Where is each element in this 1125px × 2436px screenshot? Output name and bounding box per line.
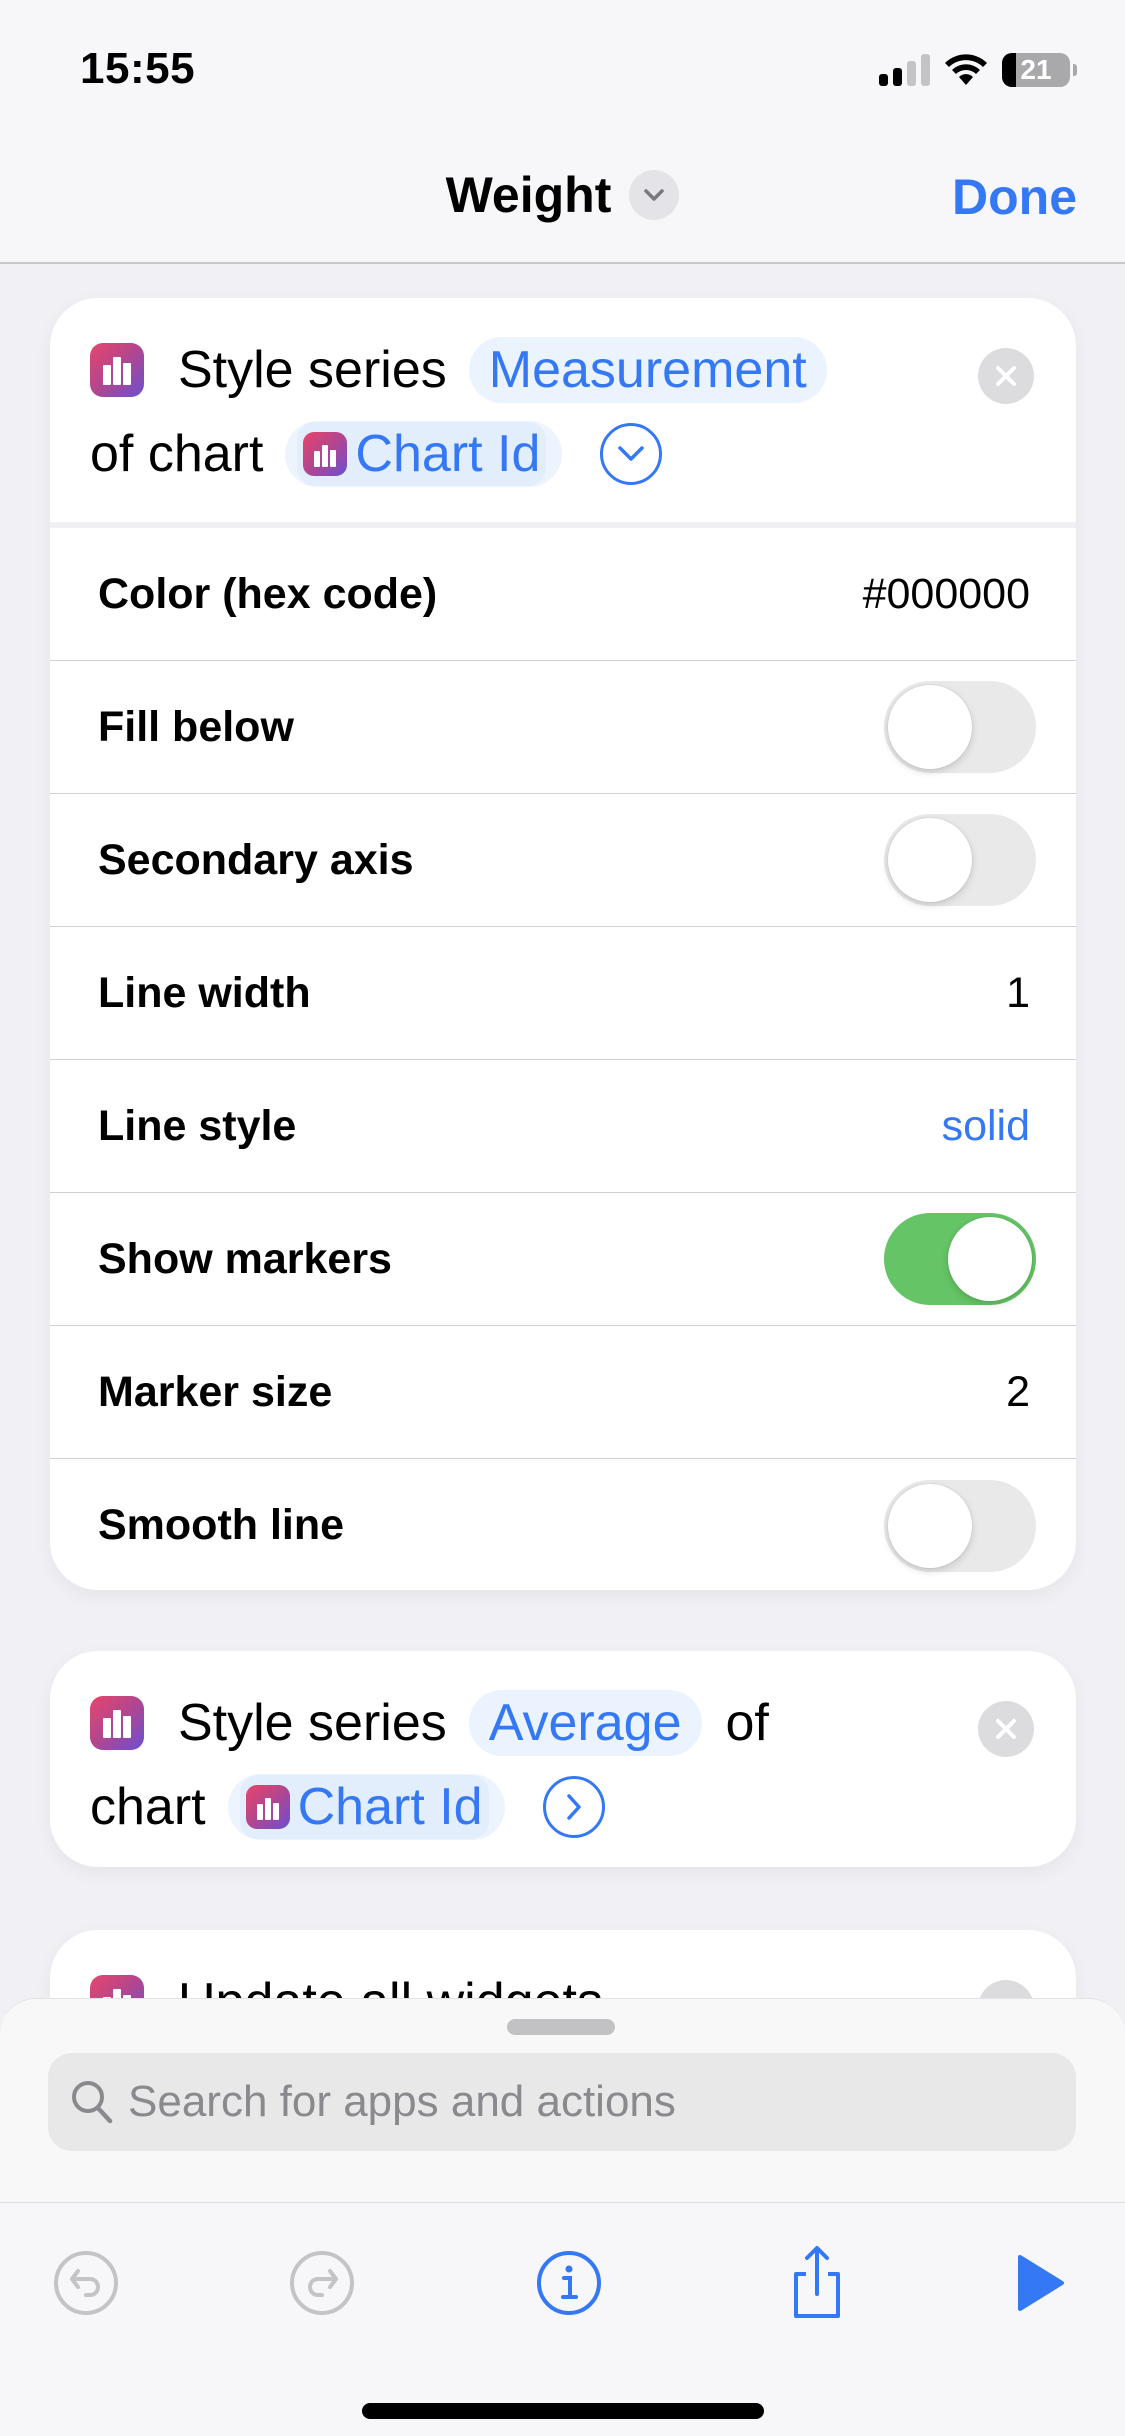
status-time: 15:55 xyxy=(80,44,196,93)
chart-id-variable[interactable]: Chart Id xyxy=(227,1774,505,1840)
battery-icon: 21 xyxy=(1002,53,1070,87)
page-title: Weight xyxy=(445,167,612,223)
row-label: Secondary axis xyxy=(98,835,414,884)
action-text: of chart xyxy=(90,425,264,483)
charts-app-icon xyxy=(245,1785,290,1829)
chevron-down-icon[interactable] xyxy=(629,170,680,220)
parameter-list: Color (hex code) #000000 Fill below Seco… xyxy=(50,522,1076,1590)
show-markers-toggle[interactable] xyxy=(884,1213,1036,1305)
row-line-style[interactable]: Line style solid xyxy=(50,1060,1076,1193)
row-smooth-line: Smooth line xyxy=(50,1459,1076,1590)
action-card-style-series-average: Style series Average of chart Chart Id xyxy=(50,1651,1076,1867)
row-color[interactable]: Color (hex code) #000000 xyxy=(50,528,1076,661)
row-label: Smooth line xyxy=(98,1501,345,1549)
action-text: chart xyxy=(90,1778,206,1836)
variable-label: Chart Id xyxy=(297,1778,483,1836)
action-header: Style series Average of chart Chart Id xyxy=(50,1651,1076,1849)
top-bar: 15:55 21 Weight Done xyxy=(0,0,1125,264)
redo-button[interactable] xyxy=(282,2243,362,2323)
info-button[interactable] xyxy=(529,2243,609,2323)
status-icons: 21 xyxy=(879,50,1077,90)
row-show-markers: Show markers xyxy=(50,1193,1076,1326)
row-label: Color (hex code) xyxy=(98,569,438,618)
remove-action-button[interactable] xyxy=(978,348,1034,404)
action-header: Style series Measurement of chart Chart … xyxy=(50,298,1076,496)
smooth-line-toggle[interactable] xyxy=(884,1479,1036,1572)
row-label: Show markers xyxy=(98,1234,392,1283)
search-input[interactable]: Search for apps and actions xyxy=(48,2053,1076,2151)
row-secondary-axis: Secondary axis xyxy=(50,794,1076,927)
series-parameter[interactable]: Measurement xyxy=(468,337,827,403)
battery-percent: 21 xyxy=(1020,54,1052,85)
fill-below-toggle[interactable] xyxy=(884,681,1036,773)
charts-app-icon xyxy=(90,1696,144,1750)
line-width-value[interactable]: 1 xyxy=(1006,969,1030,1018)
battery-tip xyxy=(1073,64,1077,76)
close-icon xyxy=(996,366,1016,386)
series-parameter[interactable]: Average xyxy=(468,1690,702,1756)
actions-sheet: Search for apps and actions xyxy=(0,1998,1125,2436)
action-text: of xyxy=(725,1694,769,1752)
done-button[interactable]: Done xyxy=(952,168,1077,226)
close-icon xyxy=(996,1719,1016,1739)
info-icon xyxy=(537,2251,601,2315)
expand-chevron-icon[interactable] xyxy=(542,1776,605,1838)
redo-icon xyxy=(290,2251,354,2315)
wifi-icon xyxy=(945,54,987,85)
search-placeholder: Search for apps and actions xyxy=(128,2077,676,2126)
editor-toolbar xyxy=(0,2202,1125,2436)
row-label: Line style xyxy=(98,1101,297,1150)
row-label: Marker size xyxy=(98,1367,333,1416)
action-title: Style series xyxy=(178,1694,447,1752)
row-marker-size[interactable]: Marker size 2 xyxy=(50,1326,1076,1459)
undo-button[interactable] xyxy=(46,2243,126,2323)
search-icon xyxy=(72,2081,113,2124)
play-icon xyxy=(1018,2255,1064,2311)
charts-app-icon xyxy=(303,432,348,476)
row-fill-below: Fill below xyxy=(50,661,1076,794)
undo-icon xyxy=(54,2251,118,2315)
remove-action-button[interactable] xyxy=(978,1701,1034,1757)
share-button[interactable] xyxy=(777,2243,857,2323)
line-style-value[interactable]: solid xyxy=(942,1102,1030,1151)
row-label: Fill below xyxy=(98,702,294,751)
secondary-axis-toggle[interactable] xyxy=(884,814,1036,906)
sheet-grabber[interactable] xyxy=(507,2019,615,2035)
row-label: Line width xyxy=(98,968,311,1017)
action-card-style-series-measurement: Style series Measurement of chart Chart … xyxy=(50,298,1076,1590)
cellular-signal-icon xyxy=(879,54,930,86)
marker-size-value[interactable]: 2 xyxy=(1006,1368,1030,1417)
run-button[interactable] xyxy=(1000,2243,1080,2323)
chart-id-variable[interactable]: Chart Id xyxy=(285,421,563,487)
variable-label: Chart Id xyxy=(355,425,541,483)
action-title: Style series xyxy=(178,341,447,399)
row-line-width[interactable]: Line width 1 xyxy=(50,927,1076,1060)
share-icon xyxy=(794,2246,840,2318)
charts-app-icon xyxy=(90,343,144,397)
collapse-chevron-icon[interactable] xyxy=(600,423,663,485)
home-indicator xyxy=(362,2403,764,2419)
color-value[interactable]: #000000 xyxy=(863,570,1030,619)
